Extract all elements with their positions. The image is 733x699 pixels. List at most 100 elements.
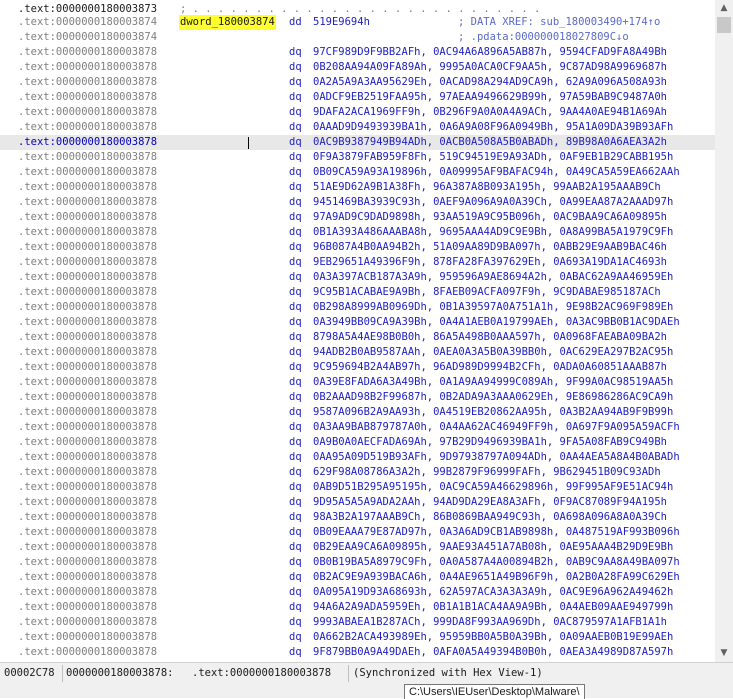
listing-line[interactable]: .text:0000000180003878 dq 97CF989D9F9BB2AF… — [0, 45, 715, 60]
up-arrow-icon[interactable]: ▲ — [715, 0, 733, 17]
listing-line[interactable]: .text:0000000180003878 dq 9587A096B2A9AA93… — [0, 405, 715, 420]
line-address: .text:0000000180003878 — [18, 271, 158, 283]
listing-line[interactable]: .text:0000000180003878 dq 94A6A2A9ADA5959E… — [0, 600, 715, 615]
line-operands: 97A9AD9C9DAD9898h, 93AA519A9C95B096h, 0A… — [313, 211, 668, 223]
listing-line[interactable]: .text:0000000180003878 dq 0AB9D51B295A9519… — [0, 480, 715, 495]
line-operands: 0B09CA59A93A19896h, 0A09995AF9BAFAC94h, … — [313, 166, 680, 178]
line-address: .text:0000000180003878 — [18, 121, 158, 133]
line-address: .text:0000000180003878 — [18, 586, 158, 598]
line-address: .text:0000000180003878 — [18, 91, 158, 103]
line-address: .text:0000000180003878 — [18, 421, 158, 433]
line-operands: 94ADB2B0AB9587AAh, 0AEA0A3A5B0A39BB0h, 0… — [313, 346, 674, 358]
line-mnemonic: dq — [289, 286, 302, 298]
line-address: .text:0000000180003878 — [18, 376, 158, 388]
listing-line[interactable]: .text:0000000180003878 dq 0A3AA9BAB879787A… — [0, 420, 715, 435]
listing-line[interactable]: .text:0000000180003878 dq 0A2A5A9A3AA95629… — [0, 75, 715, 90]
listing-line[interactable]: .text:0000000180003878 dq 9C959694B2A4AB97… — [0, 360, 715, 375]
listing-line[interactable]: .text:0000000180003878 dq 0B09EAAA79E87AD9… — [0, 525, 715, 540]
line-operands: 0A3A397ACB187A3A9h, 959596A9AE8694A2h, 0… — [313, 271, 674, 283]
line-address: .text:0000000180003878 — [18, 151, 158, 163]
line-address: .text:0000000180003878 — [18, 466, 158, 478]
disassembly-listing[interactable]: .text:0000000180003873 ; . . . . . . . .… — [0, 0, 715, 662]
line-operands: 0AAAD9D9493939BA1h, 0A6A9A08F96A0949Bh, … — [313, 121, 674, 133]
line-mnemonic: dq — [289, 571, 302, 583]
line-operands: 629F98A08786A3A2h, 99B2879F96999FAFh, 9B… — [313, 466, 661, 478]
line-operands: 9993ABAEA1B287ACh, 999DA8F993AA969Dh, 0A… — [313, 616, 668, 628]
listing-line[interactable]: .text:0000000180003878 dq 0A3A397ACB187A3A… — [0, 270, 715, 285]
listing-line-xref[interactable]: .text:0000000180003874 ; .pdata:00000001… — [0, 30, 715, 45]
listing-line[interactable]: .text:0000000180003878 dq 8798A5A4AE98B0B0… — [0, 330, 715, 345]
xref-comment[interactable]: ; DATA XREF: sub_180003490+174↑o — [458, 15, 660, 30]
line-operands: 9451469BA3939C93h, 0AEF9A096A9A0A39Ch, 0… — [313, 196, 674, 208]
line-mnemonic: dq — [289, 586, 302, 598]
listing-line-label[interactable]: .text:0000000180003874 dword_180003874 d… — [0, 15, 715, 30]
listing-line[interactable]: .text:0000000180003878 dq 51AE9D62A9B1A38F… — [0, 180, 715, 195]
listing-line[interactable]: .text:0000000180003878 dq 9D95A5A5A9ADA2AA… — [0, 495, 715, 510]
listing-line[interactable]: .text:0000000180003878 dq 9451469BA3939C93… — [0, 195, 715, 210]
listing-line[interactable]: .text:0000000180003878 dq 0A095A19D93A6869… — [0, 585, 715, 600]
data-label[interactable]: dword_180003874 — [179, 15, 276, 30]
listing-line-current[interactable]: .text:0000000180003878 dq 0AC9B9387949B94A… — [0, 135, 715, 150]
line-mnemonic: dq — [289, 511, 302, 523]
line-operands: 96B087A4B0AA94B2h, 51A09AA89D9BA097h, 0A… — [313, 241, 668, 253]
text-caret — [248, 137, 249, 149]
line-mnemonic: dq — [289, 196, 302, 208]
vertical-scrollbar[interactable]: ▲ ▼ — [715, 0, 733, 662]
line-operands: 0A9B0A0AECFADA69Ah, 97B29D9496939BA1h, 9… — [313, 436, 668, 448]
status-offset: 00002C78 — [4, 667, 55, 679]
line-address: .text:0000000180003878 — [18, 496, 158, 508]
line-address: .text:0000000180003878 — [18, 571, 158, 583]
line-address: .text:0000000180003878 — [18, 61, 158, 73]
scrollbar-thumb[interactable] — [717, 17, 731, 33]
line-mnemonic: dq — [289, 46, 302, 58]
down-arrow-icon[interactable]: ▼ — [715, 645, 733, 662]
listing-line[interactable]: .text:0000000180003878 dq 0A9B0A0AECFADA69… — [0, 435, 715, 450]
line-operands: 51AE9D62A9B1A38Fh, 96A387A8B093A195h, 99… — [313, 181, 661, 193]
listing-line[interactable]: .text:0000000180003878 dq 9993ABAEA1B287AC… — [0, 615, 715, 630]
listing-line[interactable]: .text:0000000180003878 dq 0B2AC9E9A939BACA… — [0, 570, 715, 585]
line-address: .text:0000000180003878 — [18, 391, 158, 403]
line-operands: 0B09EAAA79E87AD97h, 0A3A6AD9CB1AB9898h, … — [313, 526, 680, 538]
status-bar: 00002C78 0000000180003878: .text:0000000… — [0, 662, 733, 684]
listing-line[interactable]: .text:0000000180003878 dq 0B09CA59A93A1989… — [0, 165, 715, 180]
listing-line[interactable]: .text:0000000180003878 dq 97A9AD9C9DAD9898… — [0, 210, 715, 225]
listing-line[interactable]: .text:0000000180003878 dq 9EB29651A49396F9… — [0, 255, 715, 270]
line-mnemonic: dq — [289, 646, 302, 658]
listing-line[interactable]: .text:0000000180003878 dq 629F98A08786A3A2… — [0, 465, 715, 480]
listing-line[interactable]: .text:0000000180003878 dq 9C95B1ACABAE9A9B… — [0, 285, 715, 300]
listing-line[interactable]: .text:0000000180003878 dq 0B0B19BA5A8979C9… — [0, 555, 715, 570]
line-operands: 0B29EAA9CA6A09895h, 9AAE93A451A7AB08h, 0… — [313, 541, 674, 553]
listing-line[interactable]: .text:0000000180003878 dq 94ADB2B0AB9587AA… — [0, 345, 715, 360]
line-address: .text:0000000180003878 — [18, 541, 158, 553]
line-address: .text:0000000180003878 — [18, 631, 158, 643]
listing-line[interactable]: .text:0000000180003878 dq 0A662B2ACA493989… — [0, 630, 715, 645]
line-mnemonic: dq — [289, 301, 302, 313]
listing-line[interactable]: .text:0000000180003878 dq 98A3B2A197AAAB9C… — [0, 510, 715, 525]
listing-line[interactable]: .text:0000000180003878 dq 0B1A393A486AAABA… — [0, 225, 715, 240]
listing-line[interactable]: .text:0000000180003878 dq 9F879BB0A9A49DAE… — [0, 645, 715, 660]
line-mnemonic: dq — [289, 136, 302, 148]
listing-line[interactable]: .text:0000000180003878 dq 0A39E8FADA6A3A49… — [0, 375, 715, 390]
listing-line[interactable]: .text:0000000180003878 dq 0AAAD9D9493939BA… — [0, 120, 715, 135]
line-operands: 0AB9D51B295A95195h, 0AC9CA59A46629896h, … — [313, 481, 674, 493]
listing-line[interactable]: .text:0000000180003878 dq 0B298A8999AB0969… — [0, 300, 715, 315]
line-address: .text:0000000180003878 — [18, 286, 158, 298]
line-address: .text:0000000180003878 — [18, 481, 158, 493]
listing-line[interactable]: .text:0000000180003878 dq 0AA95A09D519B93A… — [0, 450, 715, 465]
listing-line[interactable]: .text:0000000180003878 dq 0ADCF9EB2519FAA9… — [0, 90, 715, 105]
line-address: .text:0000000180003878 — [18, 331, 158, 343]
listing-line[interactable]: .text:0000000180003878 dq 0F9A3879FAB959F8… — [0, 150, 715, 165]
line-operands: 0B208AA94A09FA89Ah, 9995A0ACA0CF9AA5h, 9… — [313, 61, 668, 73]
listing-line[interactable]: .text:0000000180003878 dq 0B208AA94A09FA89… — [0, 60, 715, 75]
listing-line[interactable]: .text:0000000180003878 dq 9DAFA2ACA1969FF9… — [0, 105, 715, 120]
line-operands: 0A095A19D93A68693h, 62A597ACA3A3A3A9h, 0… — [313, 586, 674, 598]
line-operands: 0B1A393A486AAABA8h, 9695AAA4AD9C9E9Bh, 0… — [313, 226, 674, 238]
listing-line[interactable]: .text:0000000180003878 dq 96B087A4B0AA94B2… — [0, 240, 715, 255]
line-operands: 0AA95A09D519B93AFh, 9D97938797A094ADh, 0… — [313, 451, 680, 463]
line-operands: 0ADCF9EB2519FAA95h, 97AEAA9496629B99h, 9… — [313, 91, 668, 103]
xref-comment[interactable]: ; .pdata:000000018027809C↓o — [458, 30, 629, 45]
listing-line[interactable]: .text:0000000180003878 dq 0B29EAA9CA6A0989… — [0, 540, 715, 555]
listing-line[interactable]: .text:0000000180003878 dq 0B2AAAD98B2F9968… — [0, 390, 715, 405]
listing-line[interactable]: .text:0000000180003878 dq 0A3949BB09CA9A39… — [0, 315, 715, 330]
line-operands: 8798A5A4AE98B0B0h, 86A5A498B0AAA597h, 0A… — [313, 331, 668, 343]
